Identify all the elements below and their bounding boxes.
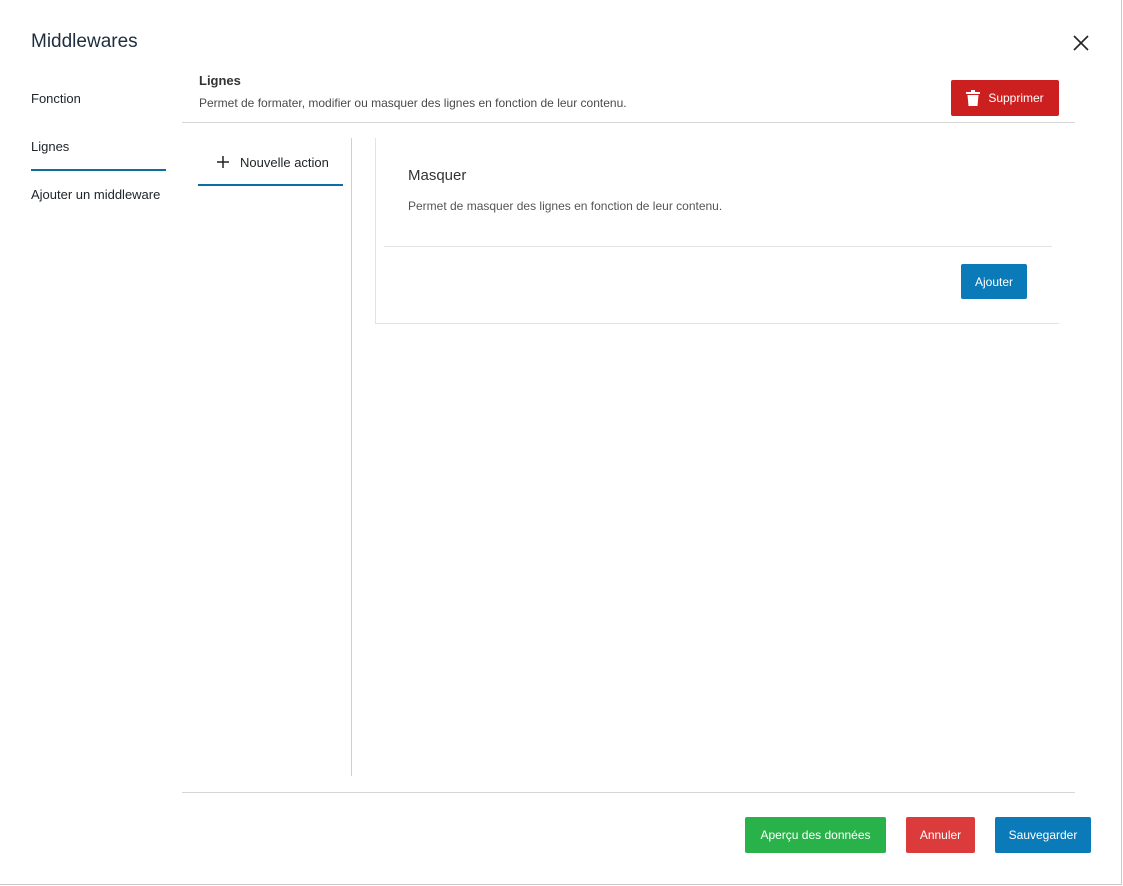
new-action-label: Nouvelle action: [240, 154, 329, 170]
trash-icon: [966, 90, 981, 106]
sidebar-item-fonction[interactable]: Fonction: [31, 80, 166, 128]
delete-button-label: Supprimer: [988, 91, 1044, 105]
column-divider: [351, 138, 352, 776]
card-divider: [384, 246, 1052, 247]
close-icon: [1073, 35, 1089, 51]
section-header: Lignes Permet de formater, modifier ou m…: [182, 68, 1075, 123]
add-button[interactable]: Ajouter: [961, 264, 1027, 299]
sidebar-item-ajouter-middleware[interactable]: Ajouter un middleware: [31, 176, 166, 224]
save-button[interactable]: Sauvegarder: [995, 817, 1091, 853]
card-description: Permet de masquer des lignes en fonction…: [408, 199, 723, 213]
middlewares-modal: Middlewares Fonction Lignes Ajouter un m…: [0, 0, 1122, 885]
section-title: Lignes: [199, 73, 241, 88]
preview-data-button[interactable]: Aperçu des données: [745, 817, 886, 853]
card-title: Masquer: [408, 167, 467, 184]
new-action-button[interactable]: Nouvelle action: [198, 140, 343, 186]
sidebar-nav: Fonction Lignes Ajouter un middleware: [31, 80, 166, 224]
delete-button[interactable]: Supprimer: [951, 80, 1059, 116]
sidebar-item-lignes[interactable]: Lignes: [31, 128, 166, 171]
plus-icon: [217, 156, 229, 168]
action-card-masquer: Masquer Permet de masquer des lignes en …: [375, 138, 1059, 324]
cancel-button[interactable]: Annuler: [906, 817, 975, 853]
section-description: Permet de formater, modifier ou masquer …: [199, 96, 627, 110]
footer-divider: [182, 792, 1075, 793]
modal-title: Middlewares: [31, 31, 138, 52]
close-button[interactable]: [1069, 31, 1093, 55]
